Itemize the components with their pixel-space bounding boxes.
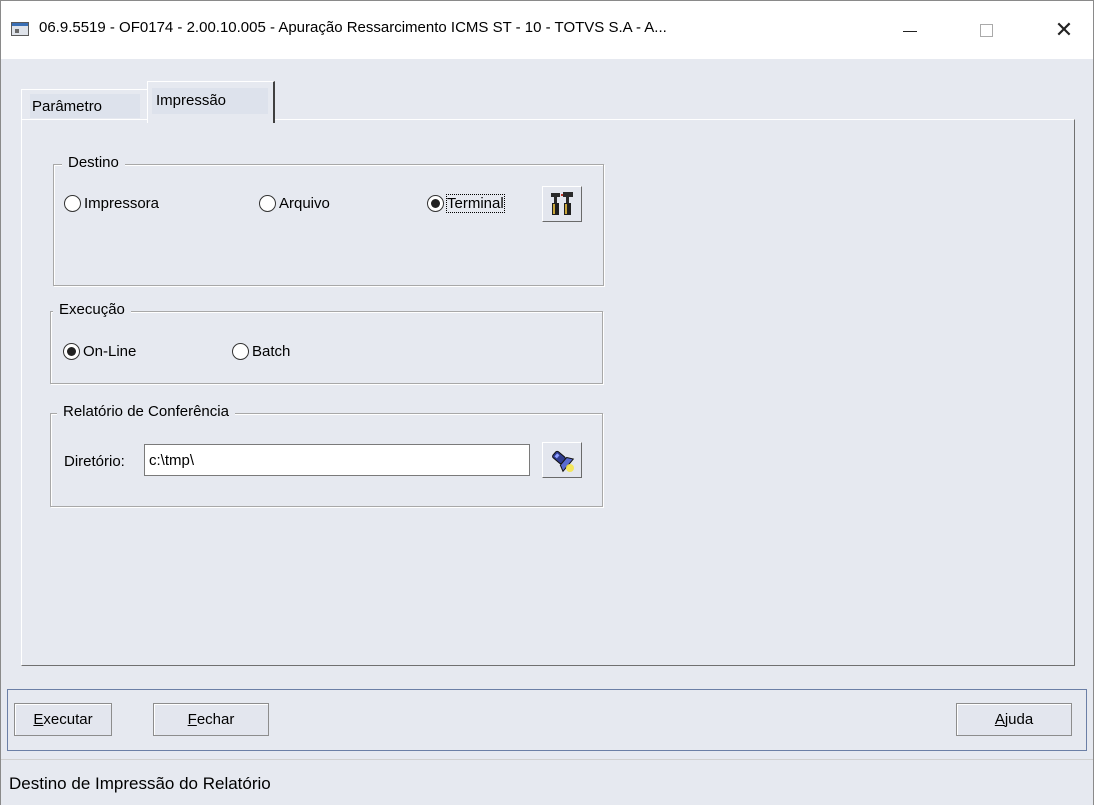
destino-group: Destino <box>53 154 604 286</box>
fechar-label: echar <box>196 711 235 728</box>
radio-terminal[interactable]: Terminal <box>427 194 505 213</box>
executar-button[interactable]: Executar <box>14 703 112 736</box>
ajuda-label: juda <box>1004 711 1034 728</box>
title-bar: 06.9.5519 - OF0174 - 2.00.10.005 - Apura… <box>1 1 1093 59</box>
radio-batch-circle[interactable] <box>232 343 249 360</box>
radio-batch-label: Batch <box>252 343 291 360</box>
radio-arquivo-label: Arquivo <box>279 195 330 212</box>
radio-impressora[interactable]: Impressora <box>64 195 159 212</box>
relatorio-group-title: Relatório de Conferência <box>57 403 235 420</box>
status-text: Destino de Impressão do Relatório <box>9 774 271 793</box>
diretorio-input[interactable] <box>144 444 530 476</box>
ajuda-mnemonic: A <box>994 711 1005 728</box>
executar-label: xecutar <box>43 711 93 728</box>
tab-parametro[interactable]: Parâmetro <box>21 89 148 119</box>
radio-terminal-circle[interactable] <box>427 195 444 212</box>
close-icon: ✕ <box>1054 17 1074 43</box>
maximize-icon <box>979 23 993 37</box>
radio-arquivo[interactable]: Arquivo <box>259 195 330 212</box>
tab-impressao[interactable]: Impressão <box>147 81 275 123</box>
status-bar: Destino de Impressão do Relatório <box>1 759 1093 805</box>
diretorio-label: Diretório: <box>64 453 125 470</box>
app-window-icon <box>11 22 29 36</box>
radio-impressora-label: Impressora <box>84 195 160 212</box>
fechar-mnemonic: F <box>187 711 197 728</box>
printer-setup-button[interactable] <box>542 186 582 222</box>
browse-directory-button[interactable] <box>542 442 582 478</box>
destino-group-title: Destino <box>62 154 125 171</box>
tab-parametro-label: Parâmetro <box>32 98 103 115</box>
main-window: 06.9.5519 - OF0174 - 2.00.10.005 - Apura… <box>0 0 1094 805</box>
executar-mnemonic: E <box>33 711 44 728</box>
close-button[interactable]: ✕ <box>1041 13 1087 47</box>
radio-impressora-circle[interactable] <box>64 195 81 212</box>
fechar-button[interactable]: Fechar <box>153 703 269 736</box>
tab-impressao-label: Impressão <box>156 92 227 109</box>
radio-online-circle[interactable] <box>63 343 80 360</box>
radio-online[interactable]: On-Line <box>63 343 136 360</box>
radio-arquivo-circle[interactable] <box>259 195 276 212</box>
flashlight-search-icon <box>552 450 575 473</box>
printer-setup-icon <box>551 192 573 215</box>
radio-online-label: On-Line <box>83 343 137 360</box>
window-title: 06.9.5519 - OF0174 - 2.00.10.005 - Apura… <box>39 19 667 36</box>
maximize-button[interactable] <box>963 13 1009 47</box>
execucao-group-title: Execução <box>53 301 131 318</box>
ajuda-button[interactable]: Ajuda <box>956 703 1072 736</box>
radio-terminal-label: Terminal <box>446 194 505 213</box>
radio-batch[interactable]: Batch <box>232 343 290 360</box>
minimize-button[interactable] <box>887 13 933 47</box>
minimize-icon <box>903 30 917 32</box>
